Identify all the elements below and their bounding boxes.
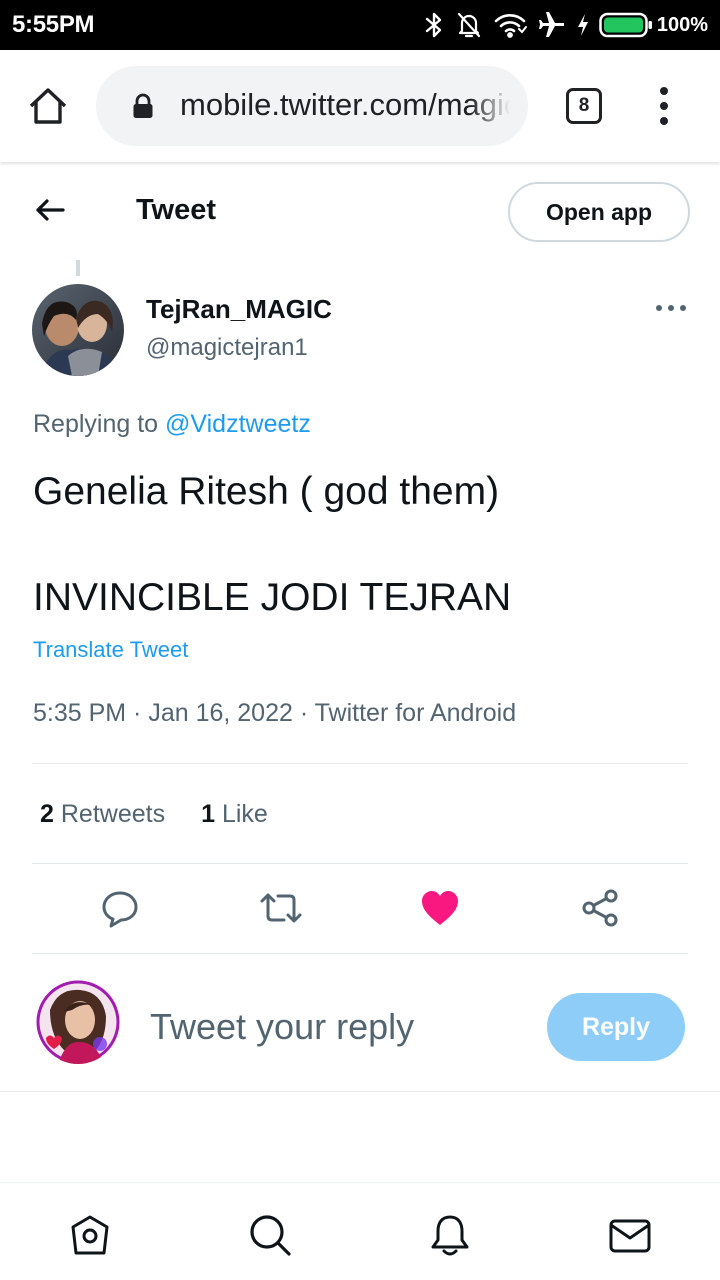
browser-menu-button[interactable] — [652, 84, 676, 128]
battery-icon — [599, 12, 652, 38]
status-time: 5:55PM — [12, 11, 95, 38]
battery-percent: 100% — [656, 13, 708, 36]
charging-icon — [577, 14, 588, 36]
retweet-icon — [260, 893, 302, 923]
retweets-stat[interactable]: 2 Retweets — [40, 800, 165, 829]
page-title: Tweet — [136, 194, 217, 226]
nav-home[interactable] — [68, 1213, 112, 1257]
tweet-header: Tweet Open app — [0, 162, 720, 260]
bluetooth-icon — [425, 12, 442, 38]
thread-connector — [76, 260, 80, 276]
replying-to: Replying to @Vidztweetz — [33, 410, 311, 439]
airplane-mode-icon — [538, 12, 564, 37]
reply-input[interactable]: Tweet your reply — [150, 1006, 414, 1048]
divider — [32, 863, 688, 864]
home-icon — [71, 1215, 109, 1255]
heart-filled-icon — [422, 891, 458, 925]
messages-icon — [609, 1219, 651, 1253]
tweet-text-line-2: INVINCIBLE JODI TEJRAN — [33, 576, 512, 619]
like-count: 1 — [201, 800, 215, 828]
more-icon — [656, 305, 686, 311]
back-arrow-icon — [36, 199, 65, 221]
notifications-icon — [431, 1215, 469, 1256]
back-button[interactable] — [32, 192, 68, 228]
retweet-count: 2 — [40, 800, 54, 828]
replying-to-mention[interactable]: @Vidztweetz — [165, 410, 311, 438]
tab-switcher-button[interactable]: 8 — [566, 88, 602, 124]
retweet-action-button[interactable] — [259, 888, 302, 928]
user-avatar-photo — [36, 980, 120, 1064]
reply-icon — [102, 891, 138, 928]
nav-notifications[interactable] — [428, 1213, 472, 1257]
like-label: Like — [221, 800, 268, 828]
address-bar[interactable]: mobile.twitter.com/magictejran1 — [96, 66, 528, 146]
divider — [32, 763, 688, 764]
author-handle[interactable]: @magictejran1 — [146, 334, 308, 362]
nav-search[interactable] — [248, 1213, 292, 1257]
like-action-button[interactable] — [420, 888, 460, 928]
retweet-label: Retweets — [60, 800, 166, 828]
browser-toolbar: mobile.twitter.com/magictejran1 8 — [0, 50, 720, 162]
author-avatar[interactable] — [32, 284, 124, 376]
menu-icon — [660, 87, 668, 125]
likes-stat[interactable]: 1 Like — [201, 800, 268, 829]
search-icon — [250, 1215, 291, 1256]
status-icons: 100% — [423, 9, 708, 41]
divider — [32, 953, 688, 954]
tweet-text-line-1: Genelia Ritesh ( god them) — [33, 470, 500, 513]
notifications-off-icon — [457, 12, 480, 38]
lock-icon — [133, 93, 153, 118]
nav-messages[interactable] — [608, 1213, 652, 1257]
reply-action-button[interactable] — [100, 888, 140, 928]
more-options-button[interactable] — [654, 298, 688, 318]
open-app-button[interactable]: Open app — [508, 182, 690, 242]
share-icon — [582, 889, 618, 927]
tweet-stats: 2 Retweets 1 Like — [40, 800, 268, 829]
author-name[interactable]: TejRan_MAGIC — [146, 294, 332, 325]
replying-to-prefix: Replying to — [33, 410, 166, 438]
divider — [0, 1091, 720, 1092]
wifi-icon — [494, 14, 527, 38]
share-action-button[interactable] — [580, 888, 620, 928]
user-avatar[interactable] — [36, 980, 120, 1064]
translate-tweet-link[interactable]: Translate Tweet — [33, 637, 188, 663]
bottom-navigation — [0, 1182, 720, 1280]
browser-home-button[interactable] — [26, 86, 70, 126]
home-icon — [29, 88, 67, 124]
avatar-photo — [32, 284, 124, 376]
tweet-metadata[interactable]: 5:35 PM · Jan 16, 2022 · Twitter for And… — [33, 699, 516, 728]
url-text: mobile.twitter.com/magictejran1 — [180, 87, 510, 122]
status-bar: 5:55PM 100% — [0, 0, 720, 50]
battery: 100% — [599, 12, 708, 38]
reply-button[interactable]: Reply — [547, 993, 685, 1061]
